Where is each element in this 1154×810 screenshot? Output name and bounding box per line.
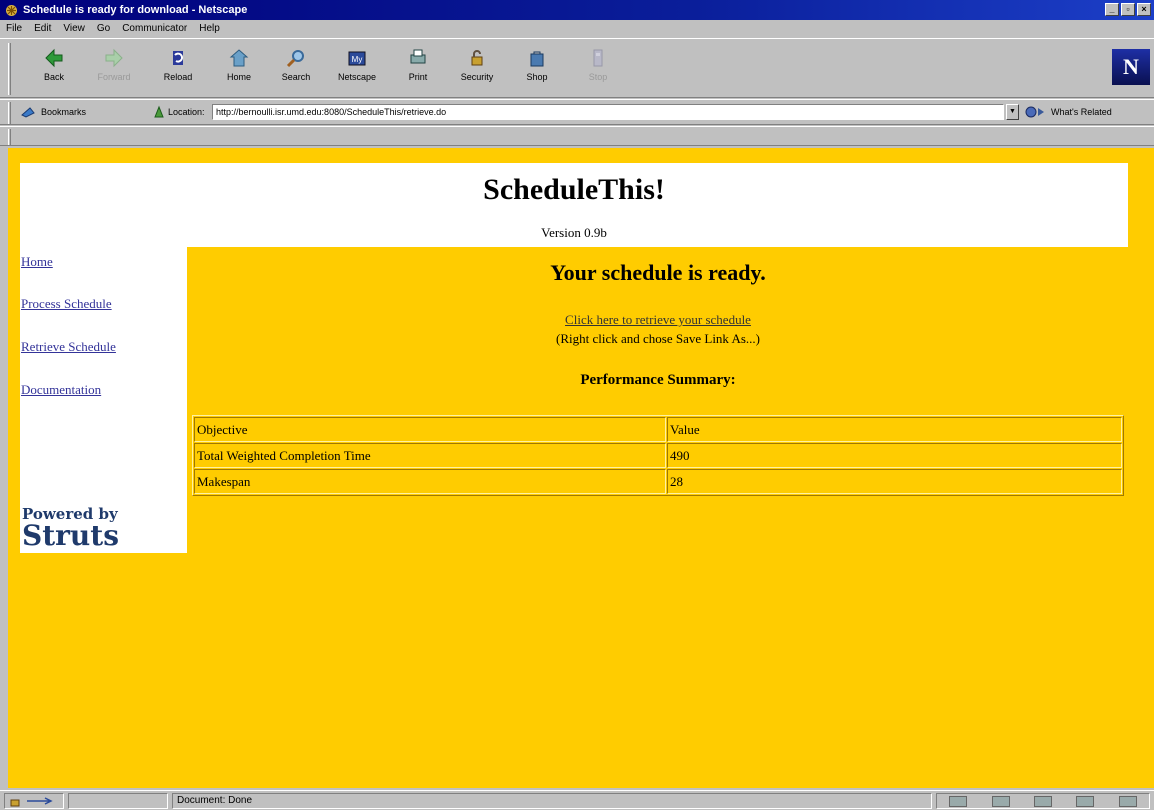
performance-summary-heading: Performance Summary: — [580, 372, 736, 388]
component-bar — [936, 793, 1150, 809]
struts-text: Struts — [22, 519, 119, 552]
search-button[interactable]: Search — [272, 47, 320, 93]
window-title-bar[interactable]: Schedule is ready for download - Netscap… — [0, 0, 1154, 20]
save-link-hint: (Right click and chose Save Link As...) — [556, 331, 760, 346]
reload-label: Reload — [163, 72, 193, 82]
back-arrow-icon — [45, 48, 63, 68]
status-text: Document: Done — [172, 793, 932, 809]
print-label: Print — [408, 72, 428, 82]
retrieve-schedule-link[interactable]: Click here to retrieve your schedule — [187, 312, 1129, 328]
table-row: Total Weighted Completion Time 490 — [194, 443, 1122, 468]
table-cell: Value — [667, 417, 1122, 442]
navigator-icon[interactable] — [949, 795, 968, 807]
print-icon — [410, 49, 426, 64]
forward-button[interactable]: Forward — [90, 47, 138, 93]
menu-communicator[interactable]: Communicator — [120, 23, 189, 34]
table-cell: Makespan — [194, 469, 666, 494]
navigation-toolbar: Back Forward Reload Home Search My Netsc… — [0, 38, 1154, 98]
status-security-indicator[interactable] — [4, 793, 64, 809]
search-label: Search — [281, 72, 311, 82]
table-cell: Objective — [194, 417, 666, 442]
netscape-icon: My — [348, 51, 366, 66]
back-button[interactable]: Back — [30, 47, 78, 93]
shop-bag-icon — [530, 51, 544, 67]
personal-toolbar-grip[interactable] — [8, 129, 11, 145]
nav-link-documentation[interactable]: Documentation — [21, 382, 101, 398]
table-row: Makespan 28 — [194, 469, 1122, 494]
url-dropdown-button[interactable]: ▼ — [1006, 104, 1019, 120]
stop-icon — [593, 49, 603, 67]
reload-icon — [173, 51, 184, 65]
table-header-row: Objective Value — [194, 417, 1122, 442]
svg-text:My: My — [352, 55, 363, 64]
menu-view[interactable]: View — [61, 23, 87, 34]
home-button[interactable]: Home — [215, 47, 263, 93]
whats-related-icon — [1025, 106, 1044, 118]
stop-label: Stop — [588, 72, 608, 82]
print-button[interactable]: Print — [394, 47, 442, 93]
page-proxy-icon[interactable] — [153, 105, 165, 119]
stop-button[interactable]: Stop — [574, 47, 622, 93]
menu-go[interactable]: Go — [95, 23, 112, 34]
home-icon — [229, 49, 249, 67]
back-label: Back — [43, 72, 64, 82]
shop-button[interactable]: Shop — [513, 47, 561, 93]
bookmarks-label: Bookmarks — [41, 107, 87, 117]
composer-icon[interactable] — [1118, 795, 1137, 807]
newsgroups-icon[interactable] — [1033, 795, 1052, 807]
menu-file[interactable]: File — [4, 23, 24, 34]
table-cell: 28 — [667, 469, 1122, 494]
window-title: Schedule is ready for download - Netscap… — [23, 4, 248, 16]
minimize-button[interactable]: _ — [1105, 3, 1119, 16]
connection-icon — [27, 797, 53, 805]
netscape-logo[interactable]: N — [1112, 49, 1150, 85]
bookmarks-button[interactable]: Bookmarks — [20, 105, 86, 119]
search-icon — [286, 50, 304, 68]
maximize-button[interactable]: ▫ — [1121, 3, 1135, 16]
netscape-button[interactable]: My Netscape — [333, 47, 381, 93]
unlocked-icon — [10, 799, 20, 807]
sidebar-nav: Home Process Schedule Retrieve Schedule … — [20, 247, 187, 553]
schedule-ready-heading: Your schedule is ready. — [550, 260, 766, 285]
location-label-group: Location: — [153, 105, 205, 119]
mail-icon[interactable] — [991, 795, 1010, 807]
table-cell: Total Weighted Completion Time — [194, 443, 666, 468]
page-content: ScheduleThis! Version 0.9b Home Process … — [8, 148, 1154, 788]
nav-link-retrieve-schedule[interactable]: Retrieve Schedule — [21, 339, 116, 355]
security-lock-icon — [471, 50, 483, 66]
menu-bar: File Edit View Go Communicator Help — [0, 20, 1154, 37]
netscape-app-icon — [4, 3, 18, 17]
powered-by-struts-logo[interactable]: Powered by Struts — [22, 507, 119, 550]
toolbar-grip[interactable] — [8, 43, 11, 95]
location-toolbar-grip[interactable] — [8, 102, 11, 124]
personal-toolbar — [0, 126, 1154, 146]
performance-summary-table: Objective Value Total Weighted Completio… — [192, 415, 1124, 496]
status-bar: Document: Done — [0, 790, 1154, 810]
version-text: Version 0.9b — [541, 225, 607, 240]
whats-related-label: What's Related — [1051, 107, 1112, 117]
forward-arrow-icon — [105, 48, 123, 68]
bookmarks-icon — [21, 107, 35, 118]
url-input[interactable] — [212, 104, 1004, 120]
nav-link-process-schedule[interactable]: Process Schedule — [21, 296, 112, 312]
status-progress-bar — [68, 793, 168, 809]
menu-help[interactable]: Help — [197, 23, 222, 34]
whats-related-button[interactable]: What's Related — [1024, 105, 1112, 119]
nav-link-home[interactable]: Home — [21, 254, 53, 270]
security-label: Security — [460, 72, 494, 82]
netscape-label: Netscape — [337, 72, 377, 82]
table-cell: 490 — [667, 443, 1122, 468]
site-header: ScheduleThis! Version 0.9b — [20, 163, 1128, 247]
shop-label: Shop — [526, 72, 548, 82]
home-label: Home — [226, 72, 251, 82]
address-book-icon[interactable] — [1076, 795, 1095, 807]
location-label: Location: — [168, 107, 205, 117]
menu-edit[interactable]: Edit — [32, 23, 53, 34]
reload-button[interactable]: Reload — [154, 47, 202, 93]
forward-label: Forward — [97, 72, 131, 82]
security-button[interactable]: Security — [453, 47, 501, 93]
location-toolbar: Bookmarks Location: ▼ What's Related — [0, 99, 1154, 125]
site-title: ScheduleThis! — [483, 173, 665, 206]
close-button[interactable]: × — [1137, 3, 1151, 16]
